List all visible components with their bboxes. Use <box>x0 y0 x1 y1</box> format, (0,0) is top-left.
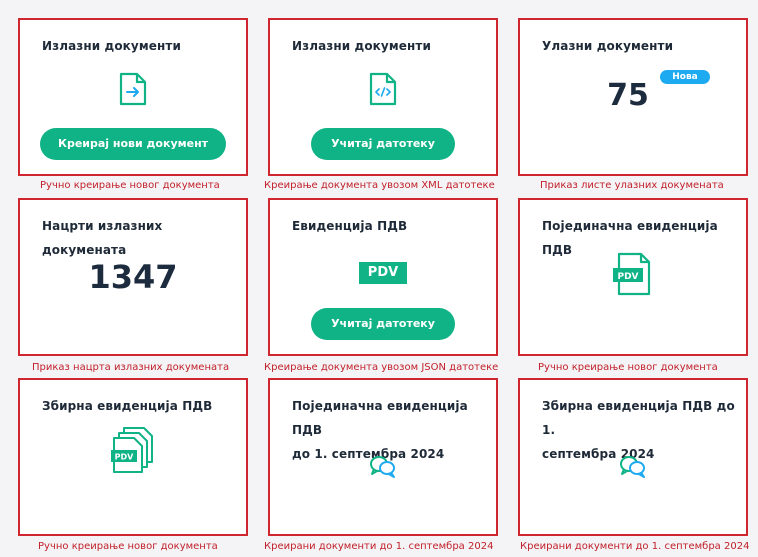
card-title: Улазни документи <box>542 39 674 53</box>
card-caption: Креирање документа увозом JSON датотеке <box>264 362 499 373</box>
chat-bubbles-icon <box>618 454 648 484</box>
card-title: Збирна евиденција ПДВ <box>42 399 213 413</box>
card-title: Излазни документи <box>42 39 181 53</box>
card-individual-vat[interactable]: Појединачна евиденција ПДВ PDV <box>518 198 748 356</box>
card-summary-vat-pre-2024[interactable]: Збирна евиденција ПДВ до 1. септембра 20… <box>518 378 748 536</box>
card-title-line: Збирна евиденција ПДВ до 1. <box>542 399 735 437</box>
drafts-count: 1347 <box>88 258 178 296</box>
svg-text:PDV: PDV <box>617 272 638 282</box>
file-xml-icon <box>369 72 397 110</box>
chat-bubbles-icon <box>368 454 398 484</box>
card-caption: Креирани документи до 1. септембра 2024 <box>520 541 750 552</box>
upload-xml-file-button[interactable]: Учитај датотеку <box>311 128 455 160</box>
file-arrow-icon <box>119 72 147 110</box>
card-outgoing-create: Излазни документи Креирај нови документ <box>18 18 248 176</box>
pdv-document-icon: PDV <box>611 252 655 300</box>
pdv-icon: PDV <box>359 262 407 284</box>
card-caption: Креирани документи до 1. септембра 2024 <box>264 541 494 552</box>
new-badge: Нова <box>660 70 710 84</box>
create-new-document-button[interactable]: Креирај нови документ <box>40 128 226 160</box>
card-individual-vat-pre-2024[interactable]: Појединачна евиденција ПДВ до 1. септемб… <box>268 378 498 536</box>
card-title: Нацрти излазних докумената <box>42 219 163 257</box>
svg-text:PDV: PDV <box>115 453 135 462</box>
card-incoming[interactable]: Улазни документи 75 Нова <box>518 18 748 176</box>
card-caption: Ручно креирање новог документа <box>38 541 218 552</box>
upload-json-file-button[interactable]: Учитај датотеку <box>311 308 455 340</box>
card-drafts[interactable]: Нацрти излазних докумената 1347 <box>18 198 248 356</box>
card-caption: Ручно креирање новог документа <box>538 362 718 373</box>
card-summary-vat[interactable]: Збирна евиденција ПДВ PDV <box>18 378 248 536</box>
incoming-count: 75 <box>607 78 649 113</box>
card-caption: Ручно креирање новог документа <box>40 180 220 191</box>
card-title-line: Појединачна евиденција ПДВ <box>292 399 468 437</box>
card-title: Евиденција ПДВ <box>292 219 408 233</box>
card-caption: Креирање документа увозом XML датотеке <box>264 180 495 191</box>
card-caption: Приказ листе улазних докумената <box>540 180 724 191</box>
card-vat-records: Евиденција ПДВ PDV Учитај датотеку <box>268 198 498 356</box>
card-outgoing-xml: Излазни документи Учитај датотеку <box>268 18 498 176</box>
card-caption: Приказ нацрта излазних докумената <box>32 362 230 373</box>
card-title: Излазни документи <box>292 39 431 53</box>
pdv-documents-stack-icon: PDV <box>108 426 158 480</box>
